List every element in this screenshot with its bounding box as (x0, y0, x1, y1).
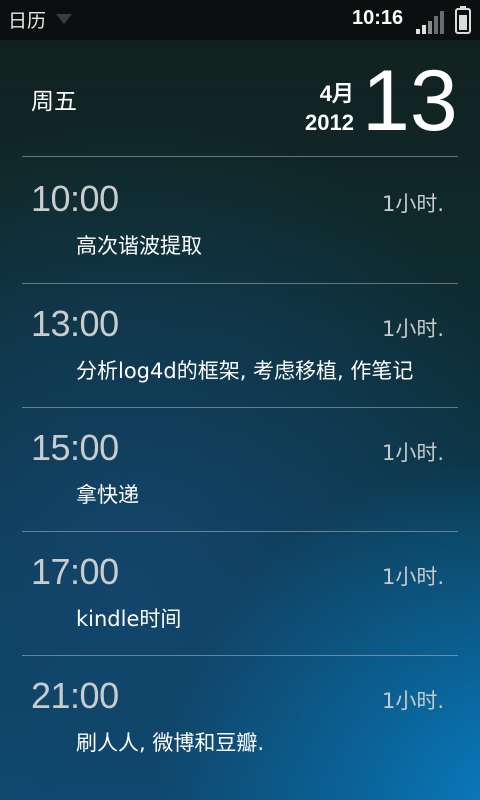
app-title[interactable]: 日历 (8, 6, 46, 33)
event-item[interactable]: 10:00 1小时. 高次谐波提取 (0, 158, 480, 282)
event-duration: 1小时. (382, 565, 445, 589)
event-title: kindle时间 (76, 607, 182, 631)
header-month: 4月 (319, 81, 354, 106)
status-clock: 10:16 (352, 7, 404, 29)
event-item[interactable]: 17:00 1小时. kindle时间 (0, 531, 480, 655)
event-title: 拿快递 (76, 483, 139, 507)
status-bar: 日历 10:16 (0, 0, 480, 40)
event-time: 17:00 (31, 551, 119, 592)
event-item[interactable]: 15:00 1小时. 拿快递 (0, 407, 480, 531)
dropdown-arrow-icon[interactable] (56, 14, 72, 24)
event-title: 高次谐波提取 (76, 234, 202, 258)
battery-icon (455, 6, 471, 34)
event-item[interactable]: 13:00 1小时. 分析log4d的框架, 考虑移植, 作笔记 (0, 283, 480, 407)
event-duration: 1小时. (382, 317, 445, 341)
event-duration: 1小时. (382, 192, 445, 216)
event-item[interactable]: 21:00 1小时. 刷人人, 微博和豆瓣. (0, 655, 480, 779)
event-title: 分析log4d的框架, 考虑移植, 作笔记 (76, 359, 414, 383)
event-duration: 1小时. (382, 441, 445, 465)
header-year: 2012 (305, 110, 354, 135)
signal-icon (416, 11, 444, 34)
event-time: 10:00 (31, 178, 119, 219)
event-duration: 1小时. (382, 689, 445, 713)
divider (22, 156, 458, 157)
event-title: 刷人人, 微博和豆瓣. (76, 731, 265, 755)
header-weekday: 周五 (31, 89, 77, 115)
event-time: 15:00 (31, 427, 119, 468)
event-time: 13:00 (31, 303, 119, 344)
header-day: 13 (362, 53, 458, 149)
event-time: 21:00 (31, 675, 119, 716)
